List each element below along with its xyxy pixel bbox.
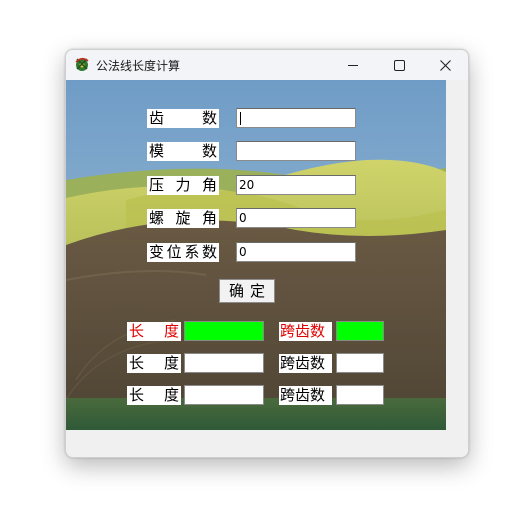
result-span-label: 跨齿数	[279, 386, 332, 405]
form-area: 齿数 模数 压力角 20 螺旋角 0 变位系数 0 确定 长 度 跨齿数 长 度…	[66, 80, 446, 430]
maximize-button[interactable]	[376, 50, 422, 80]
result-length-output	[184, 353, 264, 373]
result-length-label: 长度	[127, 322, 181, 341]
result-length-output	[184, 385, 264, 405]
module-input[interactable]	[236, 141, 356, 161]
result-span-label: 跨齿数	[279, 354, 332, 373]
result-span-output	[336, 385, 384, 405]
teeth-input[interactable]	[236, 108, 356, 128]
gear-app-icon	[75, 57, 89, 71]
helix-angle-input[interactable]: 0	[236, 208, 356, 228]
result-length-label: 长度	[127, 386, 181, 405]
close-icon	[439, 59, 451, 71]
pressure-angle-input[interactable]: 20	[236, 175, 356, 195]
shift-coefficient-input[interactable]: 0	[236, 242, 356, 262]
app-window: 公法线长度计算 齿 数 模 数 压 力 角 20 螺 旋 角 0 变 位 系 数…	[65, 49, 469, 458]
window-margin-bottom	[66, 430, 468, 457]
result-length-output	[184, 321, 264, 341]
pressure-angle-label: 压力角	[147, 176, 219, 195]
result-span-output	[336, 353, 384, 373]
maximize-icon	[393, 59, 405, 71]
result-span-output	[336, 321, 384, 341]
text-caret	[240, 112, 241, 125]
module-label: 模数	[147, 142, 219, 161]
window-margin-right	[446, 80, 468, 430]
minimize-icon	[348, 65, 358, 66]
minimize-button[interactable]	[330, 50, 376, 80]
close-button[interactable]	[422, 50, 468, 80]
helix-angle-label: 螺旋角	[147, 209, 219, 228]
window-title: 公法线长度计算	[96, 59, 181, 73]
shift-coefficient-label: 变位系数	[147, 243, 219, 262]
title-bar[interactable]: 公法线长度计算	[66, 50, 468, 80]
teeth-label: 齿数	[147, 109, 219, 128]
result-length-label: 长度	[127, 354, 181, 373]
result-span-label: 跨齿数	[279, 322, 332, 341]
confirm-button[interactable]: 确定	[219, 279, 275, 303]
